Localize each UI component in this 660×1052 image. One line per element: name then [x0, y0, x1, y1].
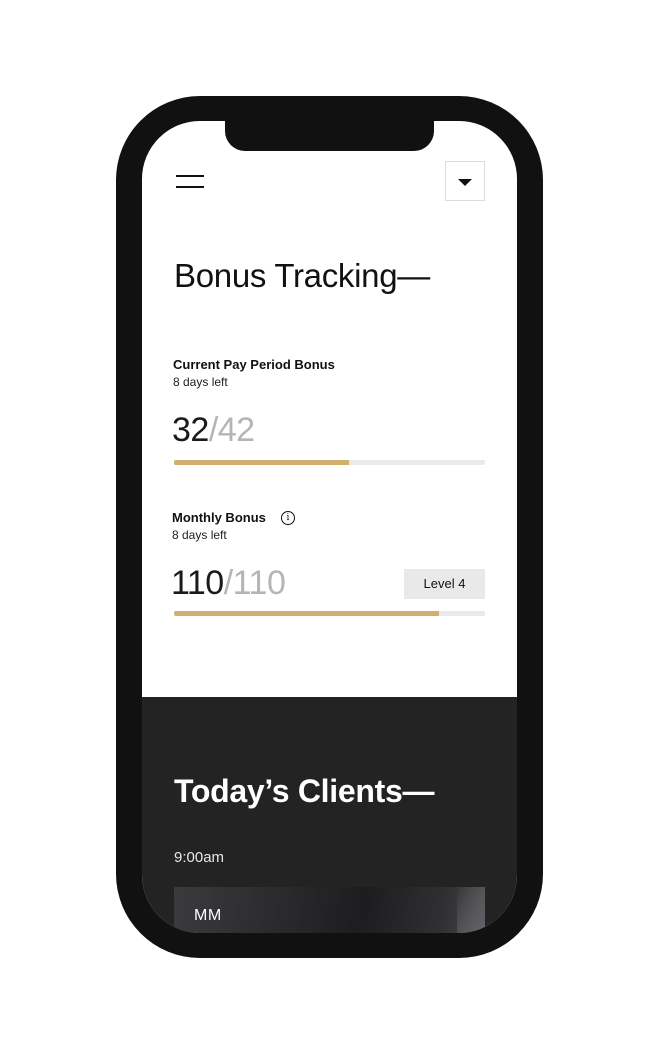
menu-line — [176, 175, 204, 177]
client-initials: MM — [194, 907, 222, 924]
current-pay-period-count: 32/42 — [172, 411, 255, 450]
hamburger-menu-icon[interactable] — [176, 173, 204, 193]
info-circle-icon[interactable]: i — [281, 511, 295, 525]
current-count: 32 — [172, 411, 209, 449]
app-screen: Bonus Tracking— Current Pay Period Bonus… — [142, 121, 517, 933]
caret-down-icon — [458, 179, 472, 186]
monthly-bonus-label: Monthly Bonus — [172, 510, 266, 525]
monthly-count: 110 — [171, 564, 224, 602]
page-title: Bonus Tracking— — [174, 257, 430, 294]
monthly-total: /110 — [223, 564, 286, 602]
monthly-bonus-count: 110/110 — [171, 564, 286, 603]
dropdown-button[interactable] — [445, 161, 485, 201]
current-pay-period-progress-bar — [174, 460, 485, 465]
current-total: /42 — [208, 411, 255, 449]
current-pay-period-progress-fill — [174, 460, 349, 465]
monthly-bonus-progress-bar — [174, 611, 485, 616]
appointment-time: 9:00am — [174, 849, 225, 866]
current-pay-period-label: Current Pay Period Bonus — [173, 357, 335, 372]
todays-clients-title: Today’s Clients— — [174, 773, 435, 809]
monthly-bonus-days-left: 8 days left — [172, 528, 227, 542]
menu-line — [176, 186, 204, 188]
todays-clients-section: Today’s Clients— 9:00am MM — [142, 697, 517, 933]
client-card[interactable]: MM — [174, 887, 485, 933]
level-badge: Level 4 — [404, 569, 485, 599]
device-notch — [225, 121, 434, 151]
monthly-bonus-progress-fill — [174, 611, 439, 616]
current-pay-period-days-left: 8 days left — [173, 375, 228, 389]
card-sheen — [457, 887, 485, 933]
